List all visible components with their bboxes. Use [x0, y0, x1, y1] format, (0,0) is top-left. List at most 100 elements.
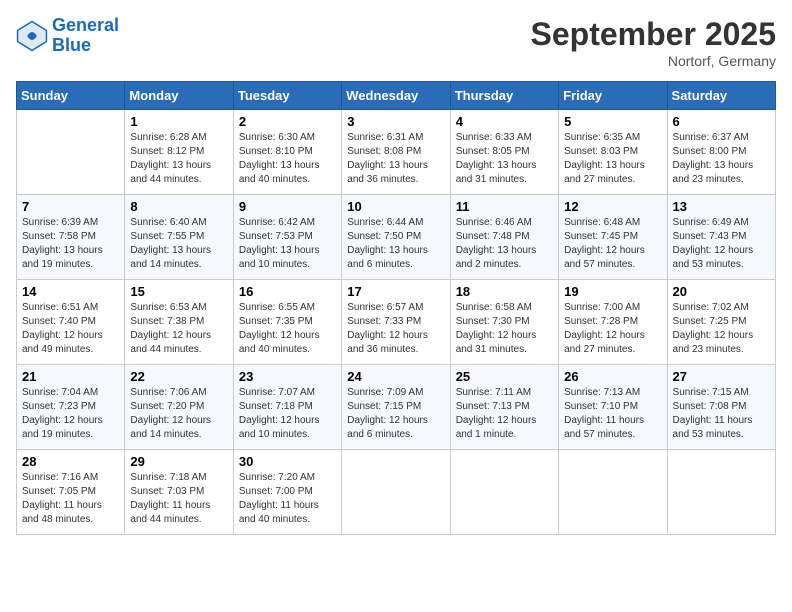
day-info: Sunrise: 6:31 AM Sunset: 8:08 PM Dayligh…	[347, 131, 444, 187]
logo-icon	[16, 20, 48, 52]
calendar-cell	[559, 450, 667, 535]
calendar-week-5: 28 Sunrise: 7:16 AM Sunset: 7:05 PM Dayli…	[17, 450, 776, 535]
day-number: 20	[673, 284, 770, 299]
day-info: Sunrise: 6:35 AM Sunset: 8:03 PM Dayligh…	[564, 131, 661, 187]
day-number: 14	[22, 284, 119, 299]
calendar-cell: 8 Sunrise: 6:40 AM Sunset: 7:55 PM Daylig…	[125, 195, 233, 280]
calendar-week-1: 1 Sunrise: 6:28 AM Sunset: 8:12 PM Daylig…	[17, 110, 776, 195]
day-number: 17	[347, 284, 444, 299]
day-info: Sunrise: 7:13 AM Sunset: 7:10 PM Dayligh…	[564, 386, 661, 442]
calendar-cell: 20 Sunrise: 7:02 AM Sunset: 7:25 PM Dayli…	[667, 280, 775, 365]
calendar-cell: 5 Sunrise: 6:35 AM Sunset: 8:03 PM Daylig…	[559, 110, 667, 195]
calendar-cell: 13 Sunrise: 6:49 AM Sunset: 7:43 PM Dayli…	[667, 195, 775, 280]
calendar-cell: 12 Sunrise: 6:48 AM Sunset: 7:45 PM Dayli…	[559, 195, 667, 280]
calendar-cell: 17 Sunrise: 6:57 AM Sunset: 7:33 PM Dayli…	[342, 280, 450, 365]
calendar-cell: 30Sunrise: 7:20 AM Sunset: 7:00 PM Dayli…	[233, 450, 341, 535]
day-number: 5	[564, 114, 661, 129]
day-number: 25	[456, 369, 553, 384]
calendar-cell	[342, 450, 450, 535]
day-number: 12	[564, 199, 661, 214]
calendar-week-3: 14 Sunrise: 6:51 AM Sunset: 7:40 PM Dayli…	[17, 280, 776, 365]
day-header-friday: Friday	[559, 82, 667, 110]
day-info: Sunrise: 6:30 AM Sunset: 8:10 PM Dayligh…	[239, 131, 336, 187]
calendar-cell: 29Sunrise: 7:18 AM Sunset: 7:03 PM Dayli…	[125, 450, 233, 535]
calendar-cell: 10 Sunrise: 6:44 AM Sunset: 7:50 PM Dayli…	[342, 195, 450, 280]
day-number: 29	[130, 454, 227, 469]
day-info: Sunrise: 6:42 AM Sunset: 7:53 PM Dayligh…	[239, 216, 336, 272]
day-number: 4	[456, 114, 553, 129]
day-header-monday: Monday	[125, 82, 233, 110]
day-number: 1	[130, 114, 227, 129]
day-number: 22	[130, 369, 227, 384]
day-number: 26	[564, 369, 661, 384]
day-number: 24	[347, 369, 444, 384]
calendar-cell	[17, 110, 125, 195]
day-info: Sunrise: 6:49 AM Sunset: 7:43 PM Dayligh…	[673, 216, 770, 272]
calendar-cell	[667, 450, 775, 535]
day-info: Sunrise: 6:40 AM Sunset: 7:55 PM Dayligh…	[130, 216, 227, 272]
calendar-cell: 26 Sunrise: 7:13 AM Sunset: 7:10 PM Dayli…	[559, 365, 667, 450]
day-info: Sunrise: 6:48 AM Sunset: 7:45 PM Dayligh…	[564, 216, 661, 272]
day-info: Sunrise: 7:02 AM Sunset: 7:25 PM Dayligh…	[673, 301, 770, 357]
day-info: Sunrise: 6:28 AM Sunset: 8:12 PM Dayligh…	[130, 131, 227, 187]
month-title: September 2025	[531, 16, 776, 53]
day-info: Sunrise: 6:39 AM Sunset: 7:58 PM Dayligh…	[22, 216, 119, 272]
day-number: 11	[456, 199, 553, 214]
day-number: 7	[22, 199, 119, 214]
day-info: Sunrise: 6:46 AM Sunset: 7:48 PM Dayligh…	[456, 216, 553, 272]
calendar-cell: 19Sunrise: 7:00 AM Sunset: 7:28 PM Dayli…	[559, 280, 667, 365]
day-info: Sunrise: 6:44 AM Sunset: 7:50 PM Dayligh…	[347, 216, 444, 272]
day-info: Sunrise: 6:51 AM Sunset: 7:40 PM Dayligh…	[22, 301, 119, 357]
day-header-thursday: Thursday	[450, 82, 558, 110]
day-number: 21	[22, 369, 119, 384]
day-number: 16	[239, 284, 336, 299]
page-header: General Blue September 2025 Nortorf, Ger…	[16, 16, 776, 69]
day-number: 23	[239, 369, 336, 384]
calendar-cell: 11 Sunrise: 6:46 AM Sunset: 7:48 PM Dayli…	[450, 195, 558, 280]
day-info: Sunrise: 6:33 AM Sunset: 8:05 PM Dayligh…	[456, 131, 553, 187]
day-info: Sunrise: 6:53 AM Sunset: 7:38 PM Dayligh…	[130, 301, 227, 357]
calendar-cell: 2Sunrise: 6:30 AM Sunset: 8:10 PM Daylig…	[233, 110, 341, 195]
day-number: 13	[673, 199, 770, 214]
calendar-cell: 3 Sunrise: 6:31 AM Sunset: 8:08 PM Daylig…	[342, 110, 450, 195]
logo: General Blue	[16, 16, 119, 56]
day-header-saturday: Saturday	[667, 82, 775, 110]
day-number: 3	[347, 114, 444, 129]
calendar-cell: 14 Sunrise: 6:51 AM Sunset: 7:40 PM Dayli…	[17, 280, 125, 365]
day-info: Sunrise: 6:58 AM Sunset: 7:30 PM Dayligh…	[456, 301, 553, 357]
day-number: 6	[673, 114, 770, 129]
day-info: Sunrise: 7:09 AM Sunset: 7:15 PM Dayligh…	[347, 386, 444, 442]
day-number: 9	[239, 199, 336, 214]
calendar-week-4: 21 Sunrise: 7:04 AM Sunset: 7:23 PM Dayli…	[17, 365, 776, 450]
calendar-cell	[450, 450, 558, 535]
day-info: Sunrise: 7:04 AM Sunset: 7:23 PM Dayligh…	[22, 386, 119, 442]
day-number: 19	[564, 284, 661, 299]
day-number: 28	[22, 454, 119, 469]
day-number: 10	[347, 199, 444, 214]
day-info: Sunrise: 6:37 AM Sunset: 8:00 PM Dayligh…	[673, 131, 770, 187]
logo-text: General Blue	[52, 16, 119, 56]
day-header-wednesday: Wednesday	[342, 82, 450, 110]
day-number: 8	[130, 199, 227, 214]
location: Nortorf, Germany	[531, 53, 776, 69]
calendar-cell: 28 Sunrise: 7:16 AM Sunset: 7:05 PM Dayli…	[17, 450, 125, 535]
day-number: 27	[673, 369, 770, 384]
calendar-cell: 27 Sunrise: 7:15 AM Sunset: 7:08 PM Dayli…	[667, 365, 775, 450]
calendar-cell: 9 Sunrise: 6:42 AM Sunset: 7:53 PM Daylig…	[233, 195, 341, 280]
day-number: 30	[239, 454, 336, 469]
day-info: Sunrise: 7:06 AM Sunset: 7:20 PM Dayligh…	[130, 386, 227, 442]
calendar-cell: 23Sunrise: 7:07 AM Sunset: 7:18 PM Dayli…	[233, 365, 341, 450]
day-info: Sunrise: 6:57 AM Sunset: 7:33 PM Dayligh…	[347, 301, 444, 357]
day-info: Sunrise: 7:11 AM Sunset: 7:13 PM Dayligh…	[456, 386, 553, 442]
calendar-cell: 4 Sunrise: 6:33 AM Sunset: 8:05 PM Daylig…	[450, 110, 558, 195]
day-info: Sunrise: 7:15 AM Sunset: 7:08 PM Dayligh…	[673, 386, 770, 442]
calendar-cell: 15 Sunrise: 6:53 AM Sunset: 7:38 PM Dayli…	[125, 280, 233, 365]
title-block: September 2025 Nortorf, Germany	[531, 16, 776, 69]
calendar-cell: 21 Sunrise: 7:04 AM Sunset: 7:23 PM Dayli…	[17, 365, 125, 450]
day-number: 15	[130, 284, 227, 299]
calendar-header-row: SundayMondayTuesdayWednesdayThursdayFrid…	[17, 82, 776, 110]
calendar-cell: 7 Sunrise: 6:39 AM Sunset: 7:58 PM Daylig…	[17, 195, 125, 280]
calendar-cell: 24 Sunrise: 7:09 AM Sunset: 7:15 PM Dayli…	[342, 365, 450, 450]
day-info: Sunrise: 7:16 AM Sunset: 7:05 PM Dayligh…	[22, 471, 119, 527]
calendar-cell: 25 Sunrise: 7:11 AM Sunset: 7:13 PM Dayli…	[450, 365, 558, 450]
